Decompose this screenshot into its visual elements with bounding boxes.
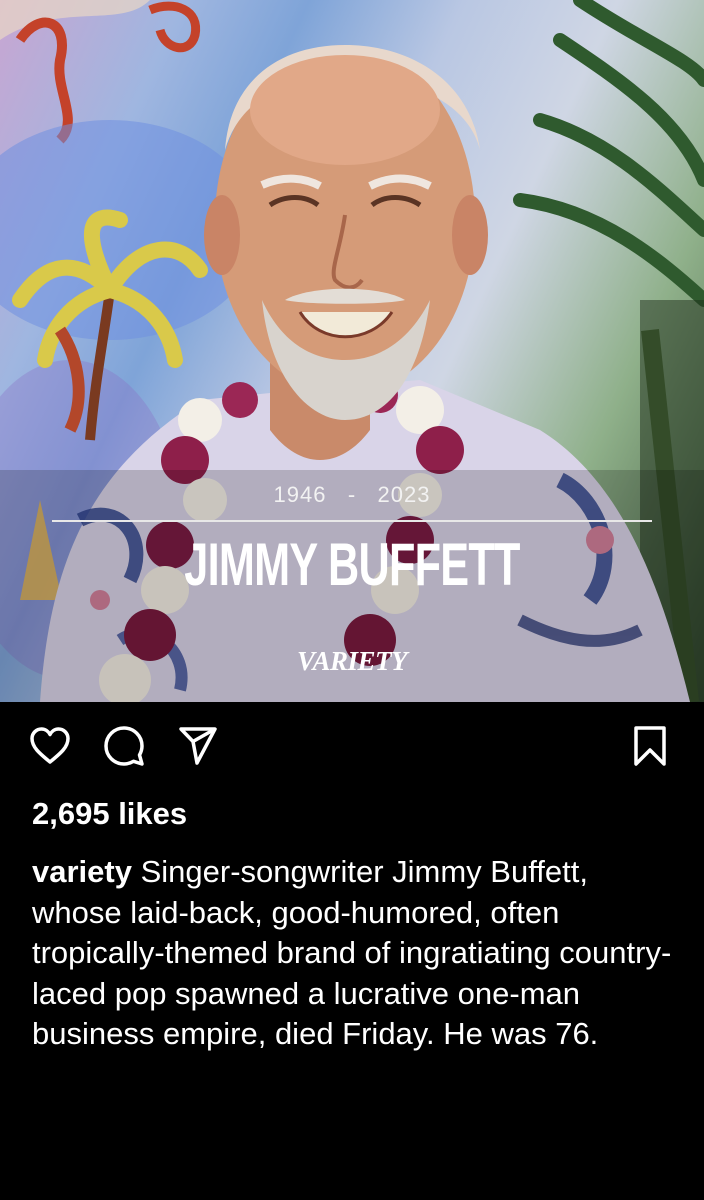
birth-year: 1946: [273, 482, 327, 507]
bookmark-icon: [634, 726, 666, 766]
overlay-name: JIMMY BUFFETT: [184, 531, 520, 598]
heart-icon: [30, 727, 70, 764]
caption-username[interactable]: variety: [32, 854, 132, 889]
years-separator: -: [347, 482, 357, 507]
likes-count[interactable]: 2,695 likes: [32, 796, 187, 832]
variety-logo: VARIETY: [296, 646, 408, 676]
post-caption: variety Singer-songwriter Jimmy Buffett,…: [32, 852, 676, 1055]
send-icon: [179, 727, 217, 765]
save-button[interactable]: [628, 724, 672, 768]
divider-line: [52, 520, 652, 522]
lifespan-years: 1946 - 2023: [0, 482, 704, 508]
death-year: 2023: [377, 482, 431, 507]
comment-button[interactable]: [102, 724, 146, 768]
comment-icon: [104, 726, 144, 766]
post-photo[interactable]: 1946 - 2023 JIMMY BUFFETT VARIETY: [0, 0, 704, 702]
share-button[interactable]: [176, 724, 220, 768]
like-button[interactable]: [28, 724, 72, 768]
post-actions-bar: [0, 724, 704, 772]
